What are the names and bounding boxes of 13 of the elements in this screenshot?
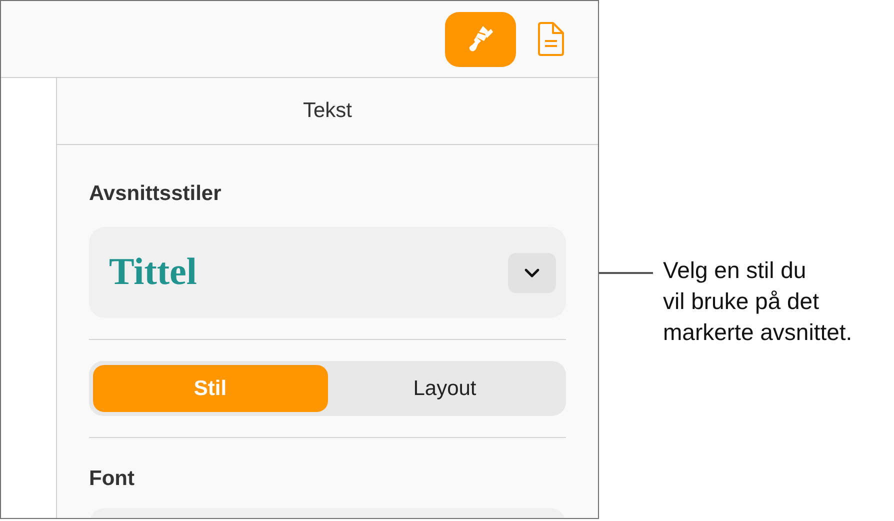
section-label: Font bbox=[89, 466, 136, 492]
style-name: Tittel bbox=[109, 250, 197, 295]
segment-tab[interactable]: Stil bbox=[93, 365, 328, 412]
dropdown-button[interactable] bbox=[508, 252, 556, 292]
paragraph-style-picker[interactable]: Tittel bbox=[89, 227, 566, 318]
segment-tab[interactable]: Layout bbox=[328, 365, 562, 412]
chevron-down-icon bbox=[524, 268, 540, 278]
format-button[interactable] bbox=[445, 12, 516, 66]
callout-text: Velg en stil du vil bruke på det markerte avsnittet. bbox=[663, 256, 852, 347]
leader-line bbox=[599, 272, 653, 274]
document-icon bbox=[537, 21, 565, 57]
section-label: Avsnittsstiler bbox=[89, 181, 222, 207]
inspector-title: Tekst bbox=[302, 98, 352, 124]
